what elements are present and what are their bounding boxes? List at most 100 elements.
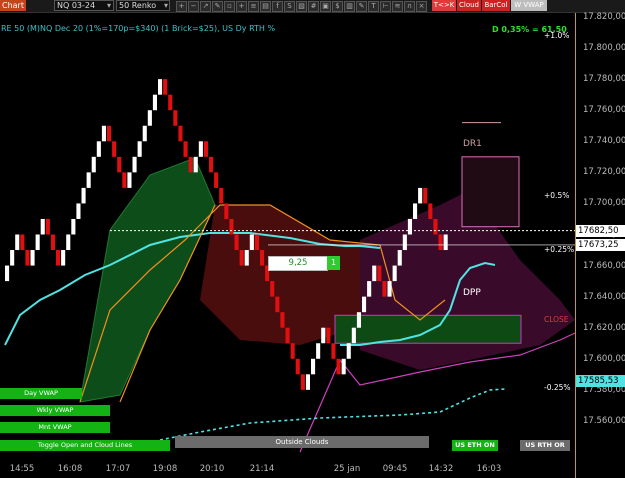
time-axis-tick: 19:08 bbox=[152, 464, 178, 474]
day-vwap-button[interactable]: Day VWAP bbox=[0, 388, 82, 399]
renko-brick bbox=[40, 218, 45, 235]
renko-brick bbox=[254, 234, 259, 251]
renko-brick bbox=[86, 172, 91, 188]
us-eth-on-button[interactable]: US ETH ON bbox=[452, 440, 498, 451]
info-green-badge: 1 bbox=[327, 256, 340, 270]
renko-brick bbox=[193, 156, 198, 173]
renko-brick bbox=[356, 312, 361, 328]
weekly-vwap-button[interactable]: Wkly VWAP bbox=[0, 405, 110, 416]
renko-brick bbox=[81, 187, 86, 204]
renko-brick bbox=[260, 250, 265, 266]
renko-brick bbox=[270, 281, 275, 297]
renko-brick bbox=[407, 218, 412, 235]
outside-clouds-button[interactable]: Outside Clouds bbox=[175, 436, 429, 448]
renko-brick bbox=[101, 125, 106, 142]
renko-brick bbox=[311, 358, 316, 375]
time-axis-tick: 25 jan bbox=[333, 464, 361, 474]
renko-brick bbox=[96, 141, 101, 157]
price-axis-tick: 17.720,00 bbox=[583, 167, 625, 178]
renko-brick bbox=[305, 374, 310, 390]
renko-brick bbox=[387, 281, 392, 297]
renko-brick bbox=[336, 358, 341, 375]
renko-brick bbox=[25, 250, 30, 266]
renko-brick bbox=[367, 281, 372, 297]
renko-brick bbox=[91, 156, 96, 173]
price-axis-tick: 17.600,00 bbox=[583, 353, 625, 364]
renko-brick bbox=[402, 234, 407, 251]
renko-brick bbox=[341, 358, 346, 375]
renko-brick bbox=[10, 250, 15, 266]
renko-brick bbox=[158, 79, 163, 95]
renko-brick bbox=[5, 265, 10, 282]
value-area-box bbox=[334, 314, 522, 344]
renko-brick bbox=[137, 141, 142, 157]
renko-brick bbox=[20, 234, 25, 251]
toggle-open-cloud-lines-button[interactable]: Toggle Open and Cloud Lines bbox=[0, 440, 170, 451]
renko-brick bbox=[163, 79, 168, 95]
price-axis-tick: 17.780,00 bbox=[583, 74, 625, 85]
renko-brick bbox=[183, 141, 188, 157]
dpp-label: DPP bbox=[463, 288, 481, 298]
renko-brick bbox=[15, 234, 20, 251]
price-axis-tick: 17.800,00 bbox=[583, 43, 625, 54]
renko-brick bbox=[443, 234, 448, 251]
percent-level-label: +1.0% bbox=[544, 30, 570, 40]
renko-brick bbox=[173, 110, 178, 126]
renko-brick bbox=[188, 156, 193, 173]
time-axis-tick: 09:45 bbox=[382, 464, 408, 474]
renko-brick bbox=[428, 203, 433, 219]
renko-brick bbox=[229, 218, 234, 235]
renko-brick bbox=[285, 327, 290, 344]
chart-title: RE 50 (M)NQ Dec 20 (1%=170p=$340) (1 Bri… bbox=[1, 24, 276, 33]
renko-brick bbox=[35, 234, 40, 251]
time-axis-tick: 14:55 bbox=[9, 464, 35, 474]
percent-level-label: CLOSE bbox=[544, 314, 569, 324]
renko-brick bbox=[122, 172, 127, 188]
price-axis-tick: 17.640,00 bbox=[583, 291, 625, 302]
current-price-marker: 17682,50 bbox=[576, 224, 625, 237]
renko-brick bbox=[76, 203, 81, 219]
time-axis-tick: 16:08 bbox=[57, 464, 83, 474]
renko-brick bbox=[132, 156, 137, 173]
renko-brick bbox=[127, 172, 132, 188]
renko-brick bbox=[280, 312, 285, 328]
price-axis-tick: 17.560,00 bbox=[583, 415, 625, 426]
price-axis-tick: 17.760,00 bbox=[583, 105, 625, 116]
info-value: 9,25 bbox=[288, 258, 308, 268]
percent-level-label: +0.25% bbox=[544, 245, 575, 255]
renko-brick bbox=[244, 250, 249, 266]
price-axis-tick: 17.820,00 bbox=[583, 12, 625, 22]
renko-brick bbox=[209, 156, 214, 173]
weekly-vwap-line bbox=[159, 388, 506, 441]
projection-box bbox=[461, 156, 520, 228]
us-rth-or-button[interactable]: US RTH OR bbox=[520, 440, 570, 451]
renko-brick bbox=[224, 203, 229, 219]
current-price-marker: 17673,25 bbox=[576, 238, 625, 251]
price-axis-tick: 17.660,00 bbox=[583, 260, 625, 271]
renko-brick bbox=[71, 218, 76, 235]
renko-brick bbox=[107, 125, 112, 142]
renko-brick bbox=[239, 250, 244, 266]
renko-brick bbox=[50, 234, 55, 251]
renko-brick bbox=[295, 358, 300, 375]
price-axis-tick: 17.740,00 bbox=[583, 136, 625, 147]
price-axis-tick: 17.620,00 bbox=[583, 322, 625, 333]
renko-brick bbox=[346, 343, 351, 359]
time-axis-tick: 14:32 bbox=[428, 464, 454, 474]
renko-brick bbox=[214, 172, 219, 188]
renko-brick bbox=[198, 141, 203, 157]
renko-brick bbox=[178, 125, 183, 142]
renko-brick bbox=[372, 265, 377, 282]
renko-brick bbox=[152, 94, 157, 111]
renko-brick bbox=[321, 327, 326, 344]
renko-brick bbox=[418, 187, 423, 204]
renko-brick bbox=[56, 250, 61, 266]
renko-brick bbox=[316, 343, 321, 359]
current-price-marker: 17585,53 bbox=[576, 375, 625, 388]
percent-level-label: -0.25% bbox=[544, 383, 571, 393]
renko-brick bbox=[30, 250, 35, 266]
renko-brick bbox=[362, 296, 367, 313]
renko-brick bbox=[147, 110, 152, 126]
renko-brick bbox=[392, 265, 397, 282]
monthly-vwap-button[interactable]: Mnt VWAP bbox=[0, 422, 110, 433]
